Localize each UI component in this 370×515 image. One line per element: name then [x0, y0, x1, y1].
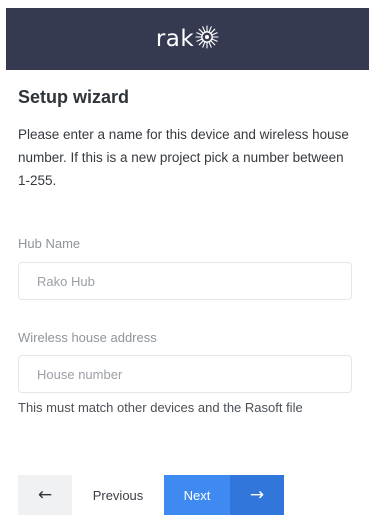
next-button[interactable]: Next: [164, 475, 230, 515]
wizard-navigation: ← Previous Next →: [18, 475, 284, 515]
logo-text: rak: [155, 25, 195, 52]
hub-name-input[interactable]: [18, 262, 352, 300]
house-number-input[interactable]: [18, 355, 352, 393]
rako-logo: rak: [156, 24, 219, 55]
page-title: Setup wizard: [18, 87, 130, 107]
house-address-hint: This must match other devices and the Ra…: [18, 400, 303, 415]
wizard-description: Please enter a name for this device and …: [18, 127, 349, 188]
sunburst-icon: [195, 24, 219, 55]
setup-wizard-panel: Setup wizard Please enter a name for thi…: [18, 86, 363, 192]
house-address-label: Wireless house address: [18, 330, 157, 345]
arrow-right-icon: →: [249, 484, 265, 505]
forward-arrow-button[interactable]: →: [230, 475, 284, 515]
app-header: rak: [6, 8, 369, 70]
back-arrow-button[interactable]: ←: [18, 475, 72, 515]
previous-button[interactable]: Previous: [72, 475, 164, 515]
arrow-left-icon: ←: [37, 484, 53, 505]
hub-name-label: Hub Name: [18, 236, 81, 251]
